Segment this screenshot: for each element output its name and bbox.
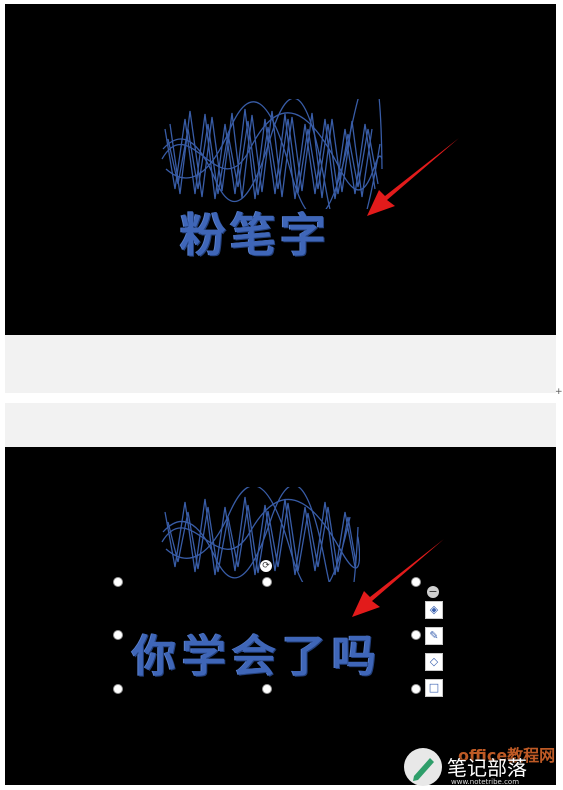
plus-marker: + <box>555 387 563 397</box>
resize-handle-top-right[interactable] <box>411 577 421 587</box>
slide-gap-1 <box>5 335 556 393</box>
chalk-scribble-1 <box>161 99 383 209</box>
pen-icon[interactable]: ✎ <box>425 627 443 645</box>
collapse-icon[interactable]: − <box>427 586 439 598</box>
chalk-text-title: 粉笔字 <box>180 208 330 262</box>
fill-icon[interactable]: ◇ <box>425 653 443 671</box>
chalk-text-question[interactable]: 你学会了吗 <box>132 620 382 684</box>
resize-handle-top-left[interactable] <box>113 577 123 587</box>
slide-gap-2 <box>5 403 556 447</box>
resize-handle-right[interactable] <box>411 630 421 640</box>
red-arrow-1 <box>367 138 459 216</box>
watermark-site: www.notetribe.com <box>451 778 520 786</box>
slide-1[interactable]: 粉笔字 <box>5 4 556 335</box>
resize-handle-bottom-left[interactable] <box>113 684 123 694</box>
border-icon[interactable]: □ <box>425 679 443 697</box>
rotate-icon[interactable]: ⟳ <box>260 560 272 572</box>
resize-handle-left[interactable] <box>113 630 123 640</box>
resize-handle-top[interactable] <box>262 577 272 587</box>
slide-2[interactable]: 你学会了吗 ⟳ − ◈ ✎ ◇ □ <box>5 447 556 785</box>
resize-handle-bottom[interactable] <box>262 684 272 694</box>
resize-handle-bottom-right[interactable] <box>411 684 421 694</box>
pen-watermark-icon <box>413 758 434 781</box>
layers-icon[interactable]: ◈ <box>425 601 443 619</box>
watermark-name: 笔记部落 <box>447 756 527 780</box>
watermark-logo <box>404 748 442 786</box>
